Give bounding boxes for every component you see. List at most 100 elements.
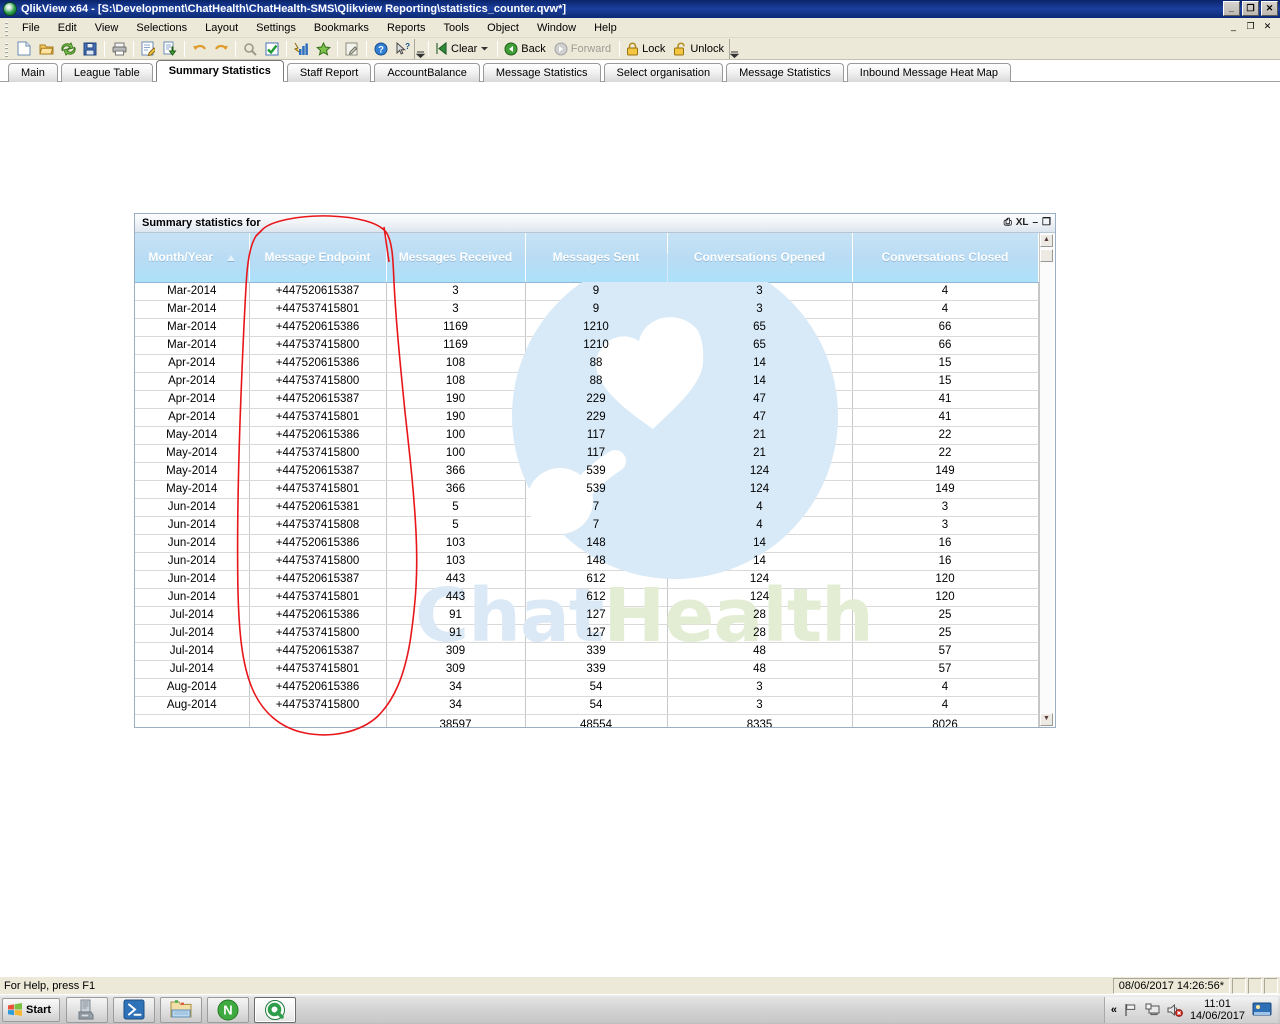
cell-messages-sent[interactable]: 117 [525, 444, 668, 463]
cell-message-endpoint[interactable]: +447520615387 [249, 462, 387, 481]
cell-messages-received[interactable]: 190 [386, 390, 526, 409]
start-button[interactable]: Start [2, 997, 61, 1022]
tab-league-table[interactable]: League Table [60, 63, 153, 82]
table-row[interactable]: Mar-2014 +447537415801 3 9 3 4 [135, 300, 1039, 319]
cell-message-endpoint[interactable]: +447520615387 [249, 570, 387, 589]
cell-message-endpoint[interactable]: +447537415800 [249, 444, 387, 463]
cell-month-year[interactable]: Mar-2014 [135, 282, 250, 301]
cell-month-year[interactable]: Jun-2014 [135, 516, 250, 535]
table-row[interactable]: Mar-2014 +447520615387 3 9 3 4 [135, 282, 1039, 301]
cell-conversations-opened[interactable]: 47 [667, 390, 853, 409]
cell-month-year[interactable]: Jul-2014 [135, 660, 250, 679]
bookmark-star-icon[interactable] [312, 39, 334, 59]
table-row[interactable]: Mar-2014 +447537415800 1169 1210 65 66 [135, 336, 1039, 355]
cell-month-year[interactable]: Mar-2014 [135, 336, 250, 355]
cell-message-endpoint[interactable]: +447520615386 [249, 354, 387, 373]
column-header-month-year[interactable]: Month/Year [135, 233, 250, 283]
cell-messages-sent[interactable]: 117 [525, 426, 668, 445]
tab-summary-statistics[interactable]: Summary Statistics [155, 60, 284, 82]
cell-month-year[interactable]: May-2014 [135, 480, 250, 499]
cell-message-endpoint[interactable]: +447537415800 [249, 372, 387, 391]
cell-conversations-closed[interactable]: 57 [852, 660, 1039, 679]
cell-conversations-opened[interactable]: 3 [667, 678, 853, 697]
cell-messages-sent[interactable]: 9 [525, 300, 668, 319]
tab-main[interactable]: Main [8, 63, 58, 82]
cell-conversations-closed[interactable]: 120 [852, 570, 1039, 589]
cell-conversations-closed[interactable]: 25 [852, 624, 1039, 643]
cell-month-year[interactable]: Mar-2014 [135, 300, 250, 319]
cell-messages-received[interactable]: 91 [386, 606, 526, 625]
cell-conversations-opened[interactable]: 14 [667, 552, 853, 571]
cell-conversations-closed[interactable]: 16 [852, 534, 1039, 553]
cell-conversations-opened[interactable]: 28 [667, 624, 853, 643]
cell-message-endpoint[interactable]: +447537415801 [249, 480, 387, 499]
forward-button[interactable]: Forward [551, 39, 616, 59]
cell-message-endpoint[interactable]: +447537415801 [249, 588, 387, 607]
cell-conversations-opened[interactable]: 3 [667, 282, 853, 301]
close-button[interactable]: ✕ [1261, 1, 1278, 16]
reload-icon[interactable] [57, 39, 79, 59]
cell-conversations-closed[interactable]: 4 [852, 282, 1039, 301]
undo-icon[interactable] [188, 39, 210, 59]
cell-conversations-closed[interactable]: 66 [852, 318, 1039, 337]
scrollbar-thumb[interactable] [1040, 249, 1053, 262]
save-icon[interactable] [79, 39, 101, 59]
table-row[interactable]: May-2014 +447520615386 100 117 21 22 [135, 426, 1039, 445]
cell-messages-received[interactable]: 34 [386, 696, 526, 715]
cell-messages-received[interactable]: 3 [386, 300, 526, 319]
cell-conversations-opened[interactable]: 124 [667, 462, 853, 481]
tab-select-organisation[interactable]: Select organisation [603, 63, 724, 82]
unlock-button[interactable]: Unlock [670, 39, 729, 59]
cell-month-year[interactable]: Apr-2014 [135, 354, 250, 373]
cell-month-year[interactable]: May-2014 [135, 444, 250, 463]
new-document-icon[interactable] [13, 39, 35, 59]
tray-clock[interactable]: 11:01 14/06/2017 [1190, 998, 1245, 1022]
table-row[interactable]: May-2014 +447520615387 366 539 124 149 [135, 462, 1039, 481]
cell-message-endpoint[interactable]: +447520615387 [249, 642, 387, 661]
cell-conversations-closed[interactable]: 3 [852, 516, 1039, 535]
cell-conversations-closed[interactable]: 16 [852, 552, 1039, 571]
cell-conversations-opened[interactable]: 14 [667, 354, 853, 373]
cell-conversations-closed[interactable]: 15 [852, 354, 1039, 373]
cell-conversations-opened[interactable]: 21 [667, 426, 853, 445]
cell-messages-sent[interactable]: 612 [525, 588, 668, 607]
cell-messages-received[interactable]: 108 [386, 354, 526, 373]
table-row[interactable]: Jun-2014 +447537415801 443 612 124 120 [135, 588, 1039, 607]
toolbar-drag-grip[interactable] [3, 40, 10, 57]
table-row[interactable]: Jun-2014 +447537415800 103 148 14 16 [135, 552, 1039, 571]
cell-conversations-closed[interactable]: 4 [852, 678, 1039, 697]
export-to-excel-icon[interactable]: XL [1016, 218, 1029, 228]
cell-messages-received[interactable]: 3 [386, 282, 526, 301]
cell-conversations-closed[interactable]: 4 [852, 300, 1039, 319]
scroll-down-button[interactable]: ▼ [1040, 713, 1053, 726]
menu-item-window[interactable]: Window [528, 20, 585, 36]
cell-month-year[interactable]: Jul-2014 [135, 642, 250, 661]
cell-conversations-closed[interactable]: 4 [852, 696, 1039, 715]
cell-conversations-opened[interactable]: 3 [667, 696, 853, 715]
cell-conversations-opened[interactable]: 124 [667, 480, 853, 499]
menu-item-bookmarks[interactable]: Bookmarks [305, 20, 378, 36]
table-row[interactable]: Jul-2014 +447537415800 91 127 28 25 [135, 624, 1039, 643]
cell-messages-sent[interactable]: 1210 [525, 318, 668, 337]
minimize-object-icon[interactable]: – [1032, 218, 1038, 228]
menu-item-help[interactable]: Help [585, 20, 626, 36]
menu-item-object[interactable]: Object [478, 20, 528, 36]
cell-message-endpoint[interactable]: +447537415801 [249, 300, 387, 319]
menu-item-settings[interactable]: Settings [247, 20, 305, 36]
table-row[interactable]: Jul-2014 +447537415801 309 339 48 57 [135, 660, 1039, 679]
column-header-messages-sent[interactable]: Messages Sent [525, 233, 668, 283]
cell-conversations-opened[interactable]: 4 [667, 516, 853, 535]
cell-message-endpoint[interactable]: +447520615386 [249, 606, 387, 625]
tab-staff-report[interactable]: Staff Report [286, 63, 372, 82]
table-row[interactable]: Apr-2014 +447520615386 108 88 14 15 [135, 354, 1039, 373]
whats-this-icon[interactable]: ? [392, 39, 414, 59]
object-caption-bar[interactable]: Summary statistics for ⎙ XL – ❐ [135, 214, 1055, 233]
cell-conversations-closed[interactable]: 15 [852, 372, 1039, 391]
cell-conversations-closed[interactable]: 149 [852, 462, 1039, 481]
cell-messages-sent[interactable]: 148 [525, 552, 668, 571]
cell-messages-sent[interactable]: 7 [525, 516, 668, 535]
cell-month-year[interactable]: Jul-2014 [135, 606, 250, 625]
cell-messages-received[interactable]: 100 [386, 444, 526, 463]
cell-messages-sent[interactable]: 229 [525, 390, 668, 409]
taskbar-button-powershell[interactable] [113, 996, 156, 1023]
